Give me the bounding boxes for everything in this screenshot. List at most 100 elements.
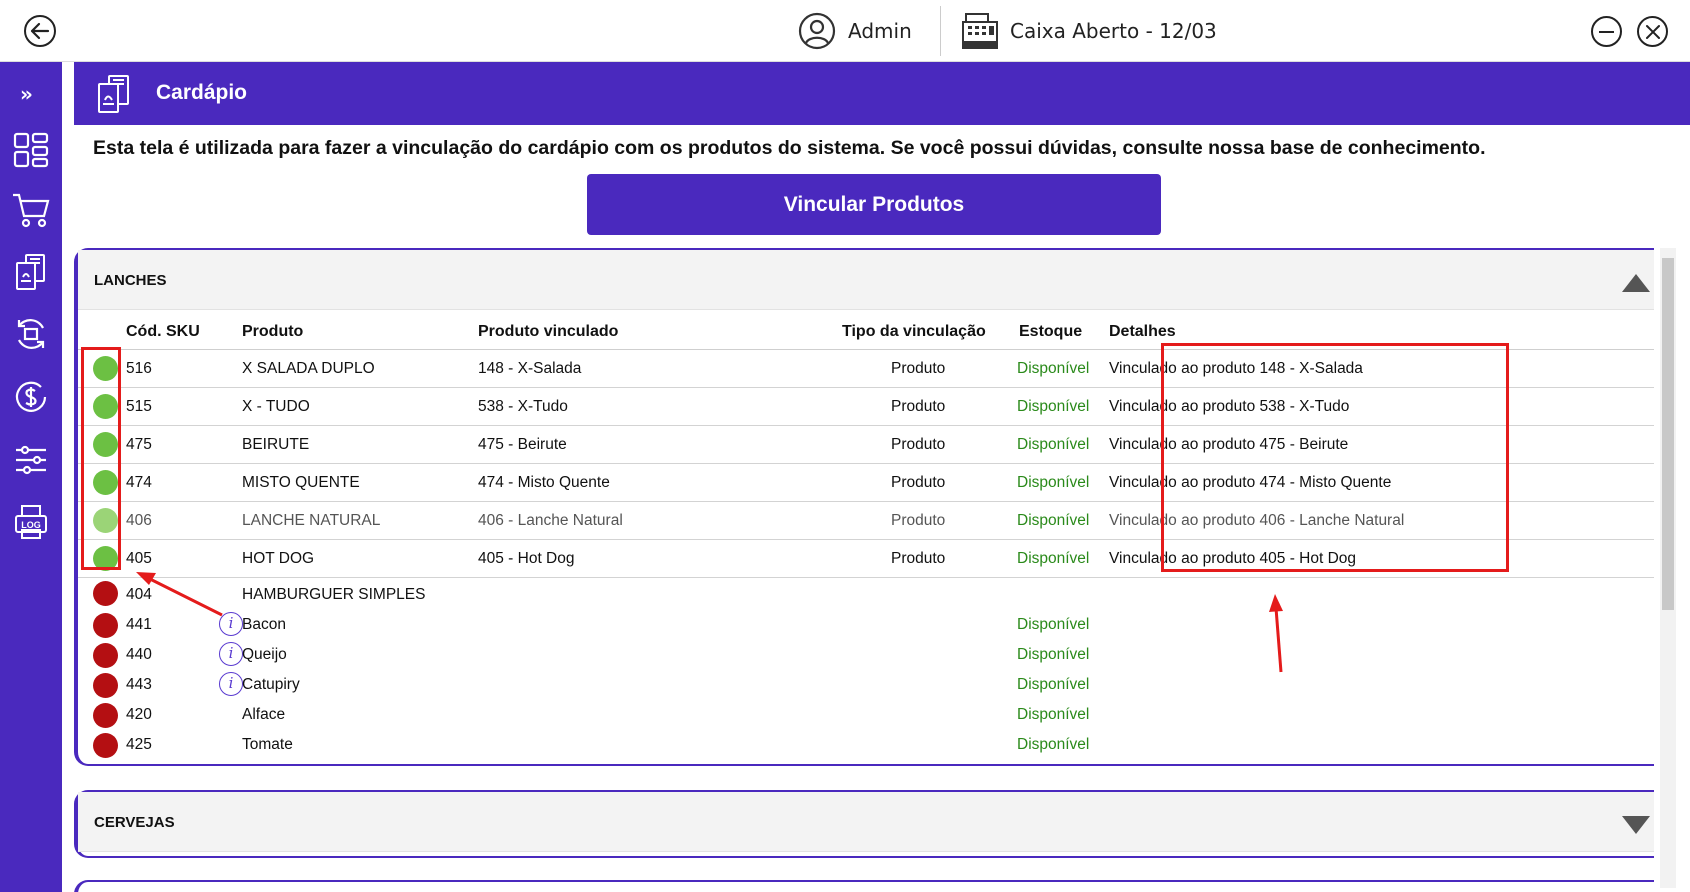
section-header[interactable]: LANCHES — [78, 250, 1654, 310]
product-cell: MISTO QUENTE — [242, 474, 360, 491]
log-icon: LOG — [15, 505, 47, 539]
user-menu[interactable]: Admin — [798, 11, 912, 51]
sku-cell: 440 — [126, 646, 152, 663]
sku-cell: 441 — [126, 616, 152, 633]
sku-cell: 443 — [126, 676, 152, 693]
close-button[interactable] — [1637, 16, 1668, 47]
minimize-button[interactable] — [1591, 16, 1622, 47]
link-products-button[interactable]: Vincular Produtos — [587, 174, 1161, 235]
annotation-status-box — [81, 347, 121, 570]
top-bar: Admin Caixa Aberto - 12/03 — [0, 0, 1690, 62]
sku-cell: 406 — [126, 512, 152, 529]
linked-product-cell: 148 - X-Salada — [478, 360, 582, 377]
stock-cell: Disponível — [1017, 646, 1090, 663]
back-button[interactable] — [24, 15, 56, 47]
sidebar-item-dashboard[interactable] — [12, 130, 50, 170]
table-row[interactable]: 404 HAMBURGUER SIMPLES — [78, 578, 1654, 608]
sidebar-item-finance[interactable] — [12, 377, 50, 417]
linked-product-cell: 475 - Beirute — [478, 436, 567, 453]
stock-cell: Disponível — [1017, 436, 1090, 453]
table-row[interactable]: 441 i Bacon Disponível — [78, 610, 1654, 640]
arrow-left-icon — [30, 22, 50, 40]
link-type-cell: Produto — [891, 512, 946, 529]
sidebar-item-cart[interactable] — [12, 190, 50, 230]
sku-cell: 515 — [126, 398, 152, 415]
status-dot-icon — [93, 733, 118, 758]
status-dot-icon — [93, 643, 118, 668]
dashboard-icon — [13, 132, 49, 168]
sku-cell: 425 — [126, 736, 152, 753]
cash-status-text: Caixa Aberto - 12/03 — [1010, 19, 1217, 43]
col-sku: Cód. SKU — [126, 323, 200, 340]
product-cell: HOT DOG — [242, 550, 315, 567]
section-title: LANCHES — [94, 272, 167, 289]
cart-icon — [13, 193, 50, 228]
product-cell: Queijo — [242, 646, 287, 663]
col-link-type: Tipo da vinculação — [842, 323, 986, 340]
page-title: Cardápio — [156, 81, 248, 104]
col-details: Detalhes — [1109, 323, 1176, 340]
info-icon[interactable]: i — [219, 612, 243, 636]
stock-cell: Disponível — [1017, 616, 1090, 633]
table-row[interactable]: 420 Alface Disponível — [78, 700, 1654, 730]
stock-cell: Disponível — [1017, 474, 1090, 491]
product-cell: BEIRUTE — [242, 436, 310, 453]
collapse-arrow-icon[interactable] — [1622, 274, 1650, 292]
svg-text:LOG: LOG — [21, 520, 41, 530]
product-cell: LANCHE NATURAL — [242, 512, 381, 529]
status-dot-icon — [93, 703, 118, 728]
stock-cell: Disponível — [1017, 736, 1090, 753]
expand-arrow-icon[interactable] — [1622, 816, 1650, 834]
product-cell: Bacon — [242, 616, 286, 633]
link-type-cell: Produto — [891, 360, 946, 377]
product-cell: X SALADA DUPLO — [242, 360, 375, 377]
scrollbar[interactable] — [1660, 248, 1676, 888]
table-row[interactable]: 440 i Queijo Disponível — [78, 640, 1654, 670]
sidebar: » LOG — [0, 62, 62, 892]
stock-cell: Disponível — [1017, 706, 1090, 723]
sku-cell: 475 — [126, 436, 152, 453]
col-stock: Estoque — [1019, 323, 1083, 340]
stock-cell: Disponível — [1017, 550, 1090, 567]
info-icon[interactable]: i — [219, 642, 243, 666]
section-title: CERVEJAS — [94, 814, 175, 831]
linked-product-cell: 538 - X-Tudo — [478, 398, 568, 415]
sidebar-item-menu[interactable] — [12, 252, 50, 292]
link-type-cell: Produto — [891, 550, 946, 567]
section-next — [74, 880, 1654, 892]
table-row[interactable]: 425 Tomate Disponível — [78, 730, 1654, 760]
section-cervejas: CERVEJAS — [74, 790, 1654, 858]
sku-cell: 516 — [126, 360, 152, 377]
linked-product-cell: 405 - Hot Dog — [478, 550, 575, 567]
link-type-cell: Produto — [891, 436, 946, 453]
settings-icon — [16, 445, 46, 475]
user-avatar-icon — [798, 12, 836, 50]
expand-sidebar-icon[interactable]: » — [20, 82, 33, 106]
sidebar-item-sync[interactable] — [12, 314, 50, 354]
info-icon[interactable]: i — [219, 672, 243, 696]
product-cell: Catupiry — [242, 676, 300, 693]
status-dot-icon — [93, 613, 118, 638]
table-row[interactable]: 443 i Catupiry Disponível — [78, 670, 1654, 700]
scrollbar-thumb[interactable] — [1662, 258, 1674, 610]
page-header: Cardápio — [74, 62, 1690, 125]
product-cell: Alface — [242, 706, 286, 723]
stock-cell: Disponível — [1017, 398, 1090, 415]
status-dot-icon — [93, 581, 118, 606]
sku-cell: 404 — [126, 586, 152, 603]
menu-icon — [16, 254, 45, 290]
sku-cell: 405 — [126, 550, 152, 567]
stock-cell: Disponível — [1017, 512, 1090, 529]
sku-cell: 420 — [126, 706, 152, 723]
link-type-cell: Produto — [891, 398, 946, 415]
section-header[interactable]: CERVEJAS — [78, 792, 1654, 852]
cash-register-icon — [962, 13, 998, 49]
cash-register-status[interactable]: Caixa Aberto - 12/03 — [960, 11, 1217, 51]
user-name: Admin — [848, 19, 912, 43]
stock-cell: Disponível — [1017, 676, 1090, 693]
sync-icon — [17, 319, 45, 349]
link-type-cell: Produto — [891, 474, 946, 491]
sku-cell: 474 — [126, 474, 152, 491]
sidebar-item-settings[interactable] — [12, 440, 50, 480]
sidebar-item-log[interactable]: LOG — [12, 502, 50, 542]
